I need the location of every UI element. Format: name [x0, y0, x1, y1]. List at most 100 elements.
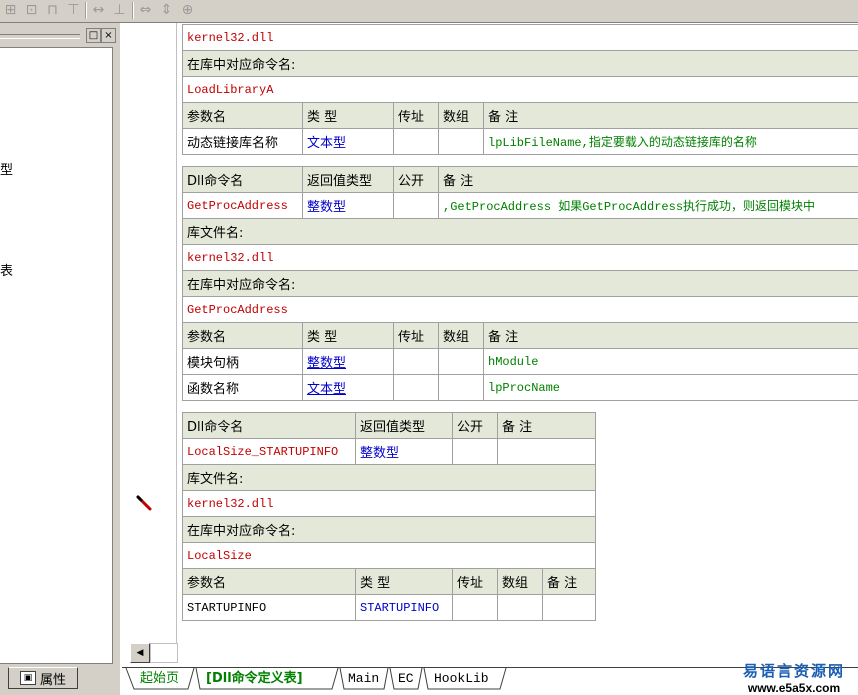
dll-table-localsize-cmd: Dll命令名 返回值类型 公开 备 注 LocalSize_STARTUPINF… — [182, 412, 596, 465]
lib-cmd-label: 在库中对应命令名: — [181, 50, 858, 77]
panel-text-fragment: 型 — [0, 163, 14, 178]
param-header-type: 类 型 — [302, 322, 394, 349]
param-header-name: 参数名 — [182, 102, 303, 129]
properties-tab-label: 属性 — [39, 672, 66, 688]
watermark-title: 易语言资源网 — [742, 662, 845, 680]
cmd-header-note: 备 注 — [497, 412, 596, 439]
param-note[interactable]: hModule — [483, 348, 858, 375]
tab-main[interactable]: Main — [348, 669, 379, 689]
panel-title-bar[interactable]: □ × — [0, 25, 120, 43]
lib-file-value[interactable]: kernel32.dll — [182, 490, 596, 517]
close-icon[interactable]: × — [101, 28, 116, 43]
param-row[interactable]: 动态链接库名称 文本型 lpLibFileName,指定要载入的动态链接库的名称 — [182, 128, 858, 155]
cmd-header-return: 返回值类型 — [355, 412, 453, 439]
toolbar-separator — [132, 2, 134, 19]
param-note[interactable]: lpLibFileName,指定要载入的动态链接库的名称 — [482, 128, 858, 155]
properties-icon: ▣ — [19, 671, 36, 685]
lib-file-value[interactable]: kernel32.dll — [181, 24, 858, 51]
param-byref[interactable] — [452, 594, 498, 621]
dll-table-localsize-lib: 库文件名: kernel32.dll 在库中对应命令名: LocalSize 参… — [182, 464, 596, 621]
scroll-track[interactable] — [150, 643, 178, 663]
panel-grip[interactable] — [0, 34, 80, 39]
lib-file-label: 库文件名: — [182, 464, 596, 491]
param-type[interactable]: 文本型 — [302, 374, 394, 401]
param-header-note: 备 注 — [483, 322, 858, 349]
cmd-note[interactable] — [497, 438, 596, 465]
param-header-name: 参数名 — [182, 568, 356, 595]
param-row[interactable]: 模块句柄 整数型 hModule — [182, 348, 858, 375]
horizontal-space-icon[interactable]: ⇔ — [137, 2, 154, 18]
center-both-icon[interactable]: ⊕ — [179, 2, 196, 18]
dll-table-loadlibrary: kernel32.dll 在库中对应命令名: LoadLibraryA 参数名 … — [181, 24, 858, 155]
lib-file-value[interactable]: kernel32.dll — [182, 244, 858, 271]
vertical-space-icon[interactable]: ⇕ — [158, 2, 175, 18]
horizontal-scrollbar[interactable]: ◀ — [130, 643, 178, 663]
param-header-byref: 传址 — [452, 568, 498, 595]
same-height-icon[interactable]: ⊥ — [111, 2, 128, 18]
param-note[interactable]: lpProcName — [483, 374, 858, 401]
param-header-byref: 传址 — [393, 322, 439, 349]
align-top-icon[interactable]: ⊓ — [44, 2, 61, 18]
param-header-array: 数组 — [438, 322, 484, 349]
cmd-header-return: 返回值类型 — [302, 166, 394, 193]
param-row[interactable]: 函数名称 文本型 lpProcName — [182, 374, 858, 401]
param-name[interactable]: 动态链接库名称 — [182, 128, 303, 155]
cmd-name[interactable]: GetProcAddress — [182, 192, 303, 219]
tab-ec[interactable]: EC — [398, 669, 414, 689]
same-width-icon[interactable]: ↔ — [90, 2, 107, 18]
align-middle-icon[interactable]: ⊤ — [65, 2, 82, 18]
lib-cmd-value[interactable]: LoadLibraryA — [181, 76, 858, 103]
param-header-type: 类 型 — [355, 568, 453, 595]
left-panel: □ × 型 表 ▣ 属性 — [0, 23, 120, 695]
dll-table-getprocaddress-cmd: Dll命令名 返回值类型 公开 备 注 GetProcAddress 整数型 ,… — [182, 166, 858, 219]
tab-start-page[interactable]: 起始页 — [140, 669, 179, 689]
param-byref[interactable] — [393, 348, 439, 375]
tab-hooklib[interactable]: HookLib — [434, 669, 489, 689]
center-horizontal-icon[interactable]: ⊡ — [23, 2, 40, 18]
scroll-left-icon[interactable]: ◀ — [130, 643, 150, 663]
param-type[interactable]: STARTUPINFO — [355, 594, 453, 621]
tab-dll-definitions[interactable]: [Dll命令定义表] — [206, 669, 303, 689]
cmd-public[interactable] — [452, 438, 498, 465]
dll-table-getprocaddress-lib: 库文件名: kernel32.dll 在库中对应命令名: GetProcAddr… — [182, 218, 858, 401]
cmd-note[interactable]: ,GetProcAddress 如果GetProcAddress执行成功，则返回… — [438, 192, 858, 219]
cmd-return-type[interactable]: 整数型 — [355, 438, 453, 465]
lib-cmd-label: 在库中对应命令名: — [182, 516, 596, 543]
param-byref[interactable] — [393, 374, 439, 401]
param-header-array: 数组 — [438, 102, 484, 129]
edit-pen-icon — [136, 495, 152, 511]
cmd-return-type[interactable]: 整数型 — [302, 192, 394, 219]
toolbar: ⊞ ⊡ ⊓ ⊤ ↔ ⊥ ⇔ ⇕ ⊕ — [0, 0, 858, 23]
param-header-note: 备 注 — [542, 568, 596, 595]
cmd-header-public: 公开 — [452, 412, 498, 439]
code-editor[interactable]: kernel32.dll 在库中对应命令名: LoadLibraryA 参数名 … — [124, 23, 858, 666]
lib-cmd-value[interactable]: LocalSize — [182, 542, 596, 569]
param-array[interactable] — [438, 374, 484, 401]
param-array[interactable] — [438, 128, 484, 155]
param-header-note: 备 注 — [482, 102, 858, 129]
cmd-header-note: 备 注 — [438, 166, 858, 193]
lib-cmd-value[interactable]: GetProcAddress — [182, 296, 858, 323]
restore-icon[interactable]: □ — [86, 28, 101, 43]
param-row[interactable]: STARTUPINFO STARTUPINFO — [182, 594, 596, 621]
param-header-name: 参数名 — [182, 322, 303, 349]
param-name[interactable]: 模块句柄 — [182, 348, 303, 375]
cmd-public[interactable] — [393, 192, 439, 219]
panel-text-fragment: 表 — [0, 264, 14, 279]
param-name[interactable]: STARTUPINFO — [182, 594, 356, 621]
cmd-name[interactable]: LocalSize_STARTUPINFO — [182, 438, 356, 465]
param-header-array: 数组 — [497, 568, 543, 595]
editor-gutter — [124, 23, 177, 643]
align-grid-icon[interactable]: ⊞ — [2, 2, 19, 18]
param-array[interactable] — [438, 348, 484, 375]
cmd-header-name: Dll命令名 — [182, 412, 356, 439]
param-note[interactable] — [542, 594, 596, 621]
param-type[interactable]: 文本型 — [302, 128, 394, 155]
panel-content: 型 表 — [0, 47, 113, 664]
cmd-header-name: Dll命令名 — [182, 166, 303, 193]
param-array[interactable] — [497, 594, 543, 621]
param-type[interactable]: 整数型 — [302, 348, 394, 375]
param-byref[interactable] — [393, 128, 439, 155]
param-name[interactable]: 函数名称 — [182, 374, 303, 401]
properties-tab[interactable]: ▣ 属性 — [8, 667, 78, 689]
